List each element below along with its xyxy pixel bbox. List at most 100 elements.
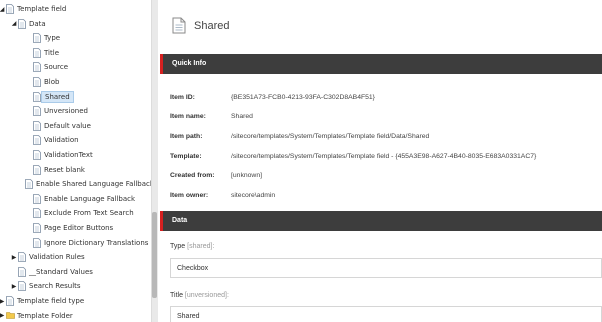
tree-item-label: ValidationText — [44, 151, 93, 159]
tree-item-label: Unversioned — [44, 107, 88, 116]
field-label-note: [shared]: — [187, 243, 215, 250]
document-icon — [33, 135, 41, 146]
tree-item-label: Search Results — [29, 282, 81, 291]
title-field-label: Title [unversioned]: — [170, 292, 229, 299]
document-icon — [33, 208, 41, 219]
tree-item[interactable]: ▶ Search Results — [0, 279, 151, 293]
tree-item[interactable]: Type — [0, 31, 151, 45]
info-key: Item name: — [170, 113, 206, 120]
tree-item[interactable]: Default value — [0, 119, 151, 133]
document-icon — [33, 120, 41, 131]
info-key: Item owner: — [170, 192, 209, 199]
document-icon — [18, 281, 26, 292]
tree-scrollbar-thumb[interactable] — [152, 212, 157, 298]
info-value[interactable]: /sitecore/templates/System/Templates/Tem… — [231, 133, 429, 140]
tree-item[interactable]: Blob — [0, 75, 151, 89]
document-icon — [18, 252, 26, 263]
info-row-item-name: Item name: Shared — [170, 113, 602, 123]
tree-item-label: Page Editor Buttons — [44, 224, 114, 232]
tree-item-label: Template Folder — [17, 311, 73, 320]
document-icon — [33, 193, 41, 204]
tree-item-label: Template field type — [17, 297, 85, 305]
info-row-item-id: Item ID: {BE351A73-FCB0-4213-93FA-C302D8… — [170, 94, 602, 104]
tree-item-label: Validation — [44, 136, 79, 145]
tree-item[interactable]: Source — [0, 60, 151, 74]
tree-item-label: Blob — [44, 78, 60, 86]
document-icon — [33, 223, 41, 233]
info-row-template: Template: /sitecore/templates/System/Tem… — [170, 153, 602, 163]
tree-item[interactable]: Title — [0, 46, 151, 60]
document-icon — [33, 77, 41, 87]
info-row-item-owner: Item owner: sitecore\admin — [170, 192, 602, 202]
tree-item[interactable]: Enable Shared Language Fallback — [0, 177, 151, 191]
tree-item[interactable]: Page Editor Buttons — [0, 221, 151, 235]
tree-item-label: Default value — [44, 121, 91, 130]
tree-item[interactable]: Validation — [0, 133, 151, 147]
document-icon — [172, 17, 186, 36]
title-field-value: Shared — [177, 313, 200, 320]
type-field-label: Type [shared]: — [170, 243, 214, 250]
tree-item[interactable]: Enable Language Fallback — [0, 192, 151, 206]
document-icon — [33, 47, 41, 58]
info-value[interactable]: sitecore\admin — [231, 192, 275, 199]
tree-item-label: Shared — [41, 90, 74, 103]
title-field-input[interactable]: Shared — [170, 306, 602, 322]
tree-item-label: __Standard Values — [29, 267, 93, 276]
content-editor: Shared Quick Info Item ID: {BE351A73-FCB… — [160, 0, 602, 322]
info-row-item-path: Item path: /sitecore/templates/System/Te… — [170, 133, 602, 143]
folder-icon — [6, 311, 15, 321]
content-tree: ◢ Template field ◢ Data Type Title Source Blob S… — [0, 0, 151, 322]
tree-item-label: Title — [44, 48, 60, 57]
collapse-arrow-icon[interactable]: ◢ — [10, 19, 18, 29]
info-row-created-from: Created from: [unknown] — [170, 172, 602, 182]
data-section-header[interactable]: Data — [160, 211, 602, 231]
document-icon — [33, 106, 41, 117]
tree-item-label: Validation Rules — [29, 253, 85, 262]
tree-item[interactable]: ◢ Template field — [0, 2, 151, 16]
expand-arrow-icon[interactable]: ▶ — [10, 281, 18, 291]
tree-item-label: Exclude From Text Search — [44, 209, 134, 218]
info-value[interactable]: /sitecore/templates/System/Templates/Tem… — [231, 153, 536, 160]
type-field-input[interactable]: Checkbox — [170, 258, 602, 278]
tree-item[interactable]: ▶ Template field type — [0, 294, 151, 308]
tree-item[interactable]: Ignore Dictionary Translations — [0, 236, 151, 250]
tree-item[interactable]: __Standard Values — [0, 265, 151, 279]
tree-item[interactable]: Reset blank — [0, 163, 151, 177]
tree-item[interactable]: ▶ Validation Rules — [0, 250, 151, 264]
info-value[interactable]: {BE351A73-FCB0-4213-93FA-C302D8AB4F51} — [231, 94, 375, 101]
item-header: Shared — [160, 0, 602, 54]
info-value[interactable]: [unknown] — [231, 172, 262, 179]
info-value[interactable]: Shared — [231, 113, 253, 120]
document-icon — [33, 62, 41, 73]
tree-item[interactable]: Exclude From Text Search — [0, 206, 151, 220]
info-key: Item path: — [170, 133, 203, 140]
tree-item[interactable]: ValidationText — [0, 148, 151, 162]
quick-info-title: Quick Info — [172, 60, 207, 67]
tree-item[interactable]: ◢ Data — [0, 17, 151, 31]
tree-item-label: Template field — [17, 5, 67, 13]
tree-item[interactable]: ▶ Template Folder — [0, 309, 151, 322]
document-icon — [25, 179, 33, 190]
quick-info-section-header[interactable]: Quick Info — [160, 54, 602, 74]
info-key: Template: — [170, 153, 202, 160]
document-icon — [6, 4, 14, 14]
tree-item-label: Data — [29, 19, 46, 28]
tree-item[interactable]: Unversioned — [0, 104, 151, 118]
expand-arrow-icon[interactable]: ▶ — [10, 252, 18, 262]
tree-item[interactable]: Shared — [0, 90, 151, 104]
tree-item-label: Ignore Dictionary Translations — [44, 238, 149, 247]
info-key: Created from: — [170, 172, 215, 179]
info-key: Item ID: — [170, 94, 195, 101]
field-label-text: Title — [170, 292, 183, 299]
